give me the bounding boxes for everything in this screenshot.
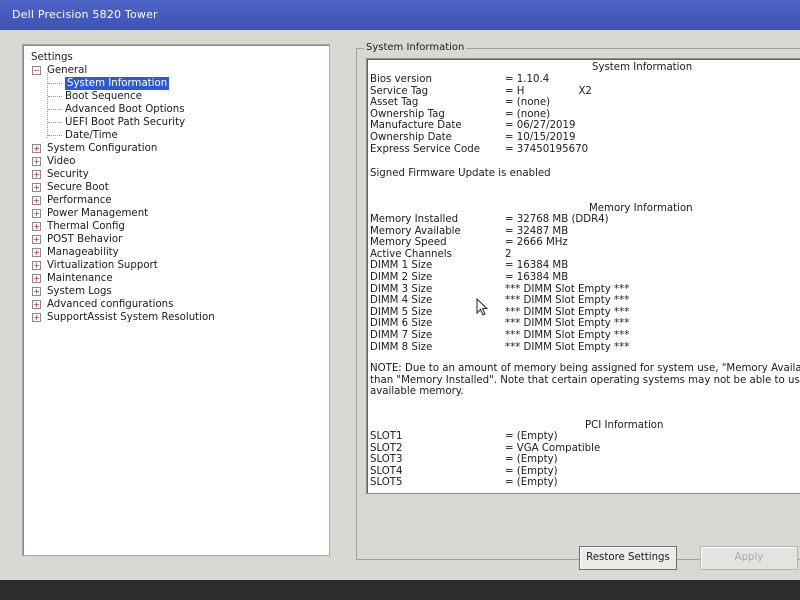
service-tag-prefix: = H [505,85,525,97]
sysinfo-value: = 06/27/2019 [505,120,576,132]
meminfo-label: DIMM 1 Size [370,260,433,272]
sysinfo-title: System Information [592,62,693,73]
meminfo-label: Active Channels [370,248,452,260]
sysinfo-label: Ownership Date [370,132,452,143]
expand-icon[interactable]: + [32,313,41,322]
meminfo-value: = 16384 MB [505,272,569,283]
sysinfo-value: = (none) [505,108,551,120]
memory-note-line: than "Memory Installed". Note that certa… [370,374,800,386]
window-title: Dell Precision 5820 Tower [12,8,158,21]
pciinfo-label: SLOT4 [370,465,403,477]
tree-connector [48,83,62,84]
meminfo-value: = 32487 MB [505,225,569,237]
pciinfo-value: = (Empty) [505,465,558,477]
pciinfo-value: = (Empty) [505,431,558,442]
collapse-icon[interactable]: − [32,66,41,75]
tree-connector [48,122,62,123]
firmware-note: Signed Firmware Update is enabled [370,168,551,179]
pciinfo-value: = (Empty) [505,477,558,489]
expand-icon[interactable]: + [32,287,41,296]
meminfo-value: = 2666 MHz [505,237,568,249]
sysinfo-value: = 37450195670 [505,143,589,155]
sysinfo-value: = (none) [505,97,551,109]
title-bar: Dell Precision 5820 Tower [0,0,800,30]
tree-connector [47,73,48,138]
settings-tree-panel: Settings − General System Information Boo… [22,44,330,556]
meminfo-label: DIMM 8 Size [370,341,433,353]
meminfo-value: *** DIMM Slot Empty *** [505,283,630,295]
meminfo-label: DIMM 2 Size [370,272,433,283]
tree-connector [48,135,62,136]
memory-note-line: available memory. [370,386,464,398]
sysinfo-value: = H X2 [505,86,592,98]
pciinfo-label: SLOT3 [370,454,403,466]
meminfo-value: = 32768 MB (DDR4) [505,214,609,225]
expand-icon[interactable]: + [32,248,41,257]
pciinfo-title: PCI Information [585,420,664,431]
expand-icon[interactable]: + [32,209,41,218]
meminfo-label: DIMM 4 Size [370,295,433,307]
meminfo-value: *** DIMM Slot Empty *** [505,318,630,330]
meminfo-label: Memory Installed [370,214,459,225]
meminfo-label: DIMM 3 Size [370,283,433,295]
meminfo-label: DIMM 7 Size [370,330,433,341]
meminfo-value: *** DIMM Slot Empty *** [505,341,630,353]
mouse-cursor-icon [476,297,489,320]
monitor-bezel [0,580,800,600]
sysinfo-label: Bios version [370,74,432,85]
sysinfo-value: = 1.10.4 [505,74,550,85]
memory-note-line: NOTE: Due to an amount of memory being a… [370,363,800,374]
meminfo-value: *** DIMM Slot Empty *** [505,306,630,318]
restore-settings-button[interactable]: Restore Settings [579,546,677,570]
expand-icon[interactable]: + [32,235,41,244]
pciinfo-value: = VGA Compatible [505,442,601,454]
meminfo-value: 2 [505,248,512,260]
sysinfo-label: Ownership Tag [370,108,445,120]
tree-connector [48,109,62,110]
sysinfo-label: Manufacture Date [370,120,462,132]
sysinfo-label: Service Tag [370,85,429,97]
expand-icon[interactable]: + [32,222,41,231]
expand-icon[interactable]: + [32,183,41,192]
memory-note: NOTE: Due to an amount of memory being a… [370,363,800,398]
meminfo-label: DIMM 6 Size [370,318,433,330]
meminfo-value: *** DIMM Slot Empty *** [505,330,630,341]
expand-icon[interactable]: + [32,261,41,270]
sysinfo-label: Express Service Code [370,143,480,155]
expand-icon[interactable]: + [32,157,41,166]
expand-icon[interactable]: + [32,144,41,153]
redaction-block [524,86,579,96]
tree-connector [48,96,62,97]
meminfo-value: = 16384 MB [505,260,569,272]
expand-icon[interactable]: + [32,170,41,179]
sysinfo-label: Asset Tag [370,97,419,109]
pciinfo-label: SLOT5 [370,477,403,489]
service-tag-suffix: X2 [578,85,592,97]
bios-screen: Dell Precision 5820 Tower Settings − Gen… [0,0,800,600]
meminfo-title: Memory Information [589,203,693,214]
expand-icon[interactable]: + [32,274,41,283]
system-info-box[interactable]: System Information Bios version = 1.10.4 S… [366,58,800,494]
meminfo-label: DIMM 5 Size [370,306,433,318]
pciinfo-label: SLOT1 [370,431,403,442]
apply-button[interactable]: Apply [700,546,798,570]
group-title: System Information [364,42,467,53]
expand-icon[interactable]: + [32,300,41,309]
sysinfo-value: = 10/15/2019 [505,132,576,143]
expand-icon[interactable]: + [32,196,41,205]
meminfo-value: *** DIMM Slot Empty *** [505,295,630,307]
meminfo-label: Memory Speed [370,237,447,249]
pciinfo-value: = (Empty) [505,454,558,466]
pciinfo-label: SLOT2 [370,442,403,454]
meminfo-label: Memory Available [370,225,461,237]
